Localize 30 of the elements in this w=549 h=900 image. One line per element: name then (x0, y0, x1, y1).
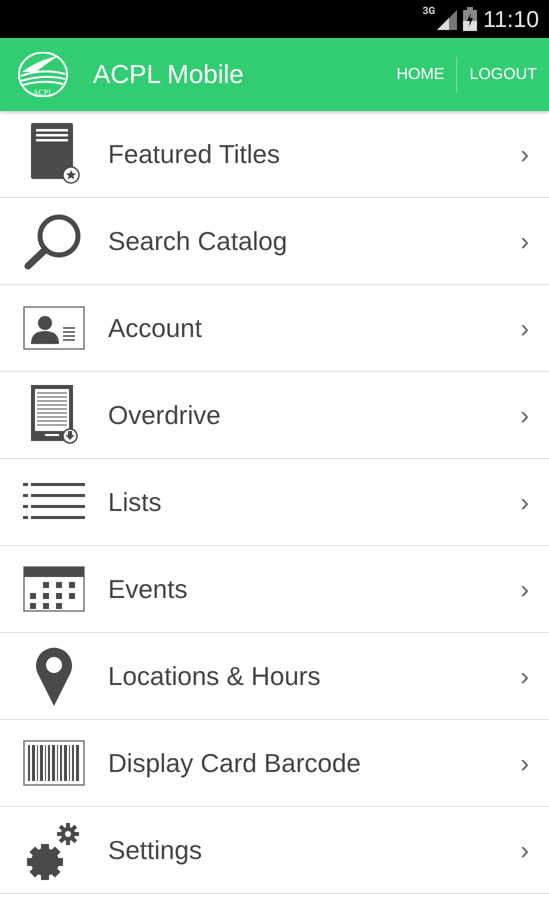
clock: 11:10 (483, 6, 539, 32)
app-title: ACPL Mobile (93, 59, 245, 90)
list-icon (23, 482, 85, 522)
chevron-icon: › (520, 660, 529, 692)
chevron-icon: › (520, 400, 529, 430)
menu-item[interactable]: Lists (108, 486, 520, 518)
menu-item[interactable]: Overdrive (108, 400, 520, 430)
ereader-icon (29, 384, 79, 446)
network-type: 3G (422, 6, 436, 17)
chevron-icon: › (520, 748, 529, 778)
chevron-icon: › (520, 138, 529, 170)
menu-item[interactable]: Search Catalog (108, 226, 520, 256)
signal-icon (435, 8, 458, 30)
menu-item[interactable]: Settings (108, 834, 520, 866)
location-pin-icon (35, 646, 73, 706)
menu-item[interactable]: Account (108, 312, 520, 344)
barcode-icon (23, 740, 85, 786)
id-card-icon (23, 306, 85, 350)
chevron-icon: › (520, 574, 529, 604)
menu-item[interactable]: Featured Titles (108, 138, 520, 170)
book-icon (28, 123, 80, 185)
menu-item[interactable]: Events (108, 574, 520, 604)
menu-item[interactable]: Locations & Hours (108, 660, 520, 692)
chevron-icon: › (520, 226, 529, 256)
calendar-icon (23, 566, 85, 612)
chevron-icon: › (520, 486, 529, 518)
chevron-icon: › (520, 312, 529, 344)
menu-item[interactable]: Display Card Barcode (108, 748, 520, 778)
chevron-icon: › (520, 834, 529, 866)
battery-icon (463, 7, 478, 31)
